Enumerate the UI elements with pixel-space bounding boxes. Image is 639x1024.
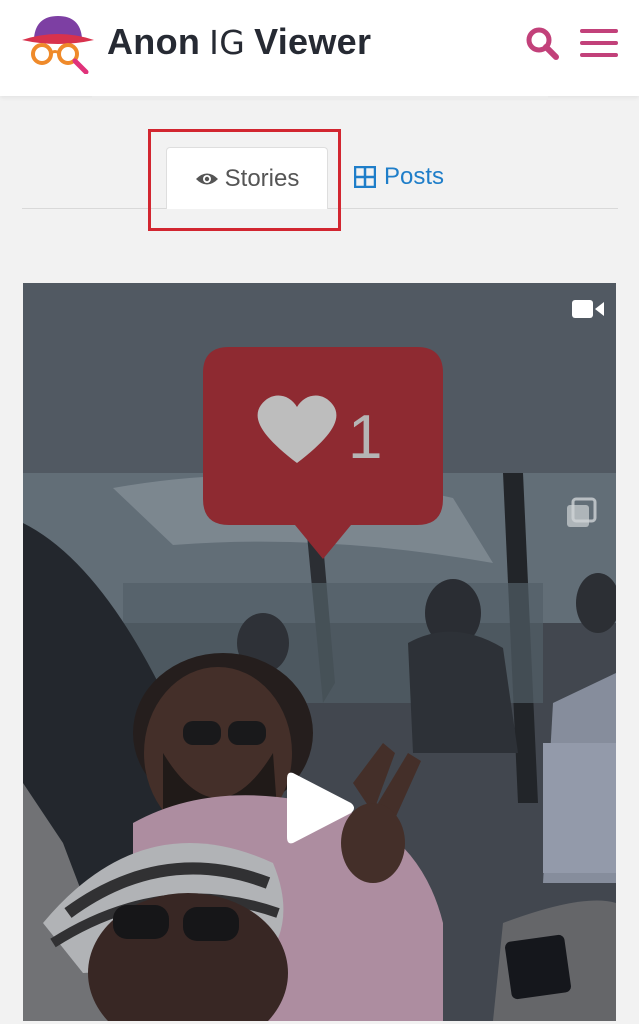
site-header: Anon IG Viewer — [0, 0, 639, 96]
brand-part-anon: Anon — [107, 21, 201, 62]
grid-icon — [354, 166, 376, 188]
video-camera-icon — [572, 300, 604, 318]
brand-part-ig: IG — [209, 23, 246, 62]
brand-title[interactable]: Anon IG Viewer — [107, 20, 371, 65]
multiple-media-icon — [567, 497, 597, 527]
like-notification-bubble — [203, 347, 443, 559]
brand-part-viewer: Viewer — [254, 21, 372, 62]
tab-posts-label: Posts — [384, 163, 445, 190]
eye-icon — [195, 173, 218, 184]
spy-hat-glasses-icon[interactable] — [20, 10, 96, 74]
play-icon[interactable] — [285, 769, 355, 847]
tab-posts[interactable]: Posts — [354, 155, 444, 199]
hamburger-menu-icon[interactable] — [580, 26, 618, 60]
like-count-label: 1 — [348, 403, 383, 472]
header-shadow-strip — [92, 96, 548, 100]
tab-stories[interactable]: Stories — [166, 147, 328, 209]
search-icon[interactable] — [524, 25, 560, 61]
story-media-card[interactable]: 1 — [23, 283, 616, 1021]
tab-stories-label: Stories — [224, 164, 300, 192]
